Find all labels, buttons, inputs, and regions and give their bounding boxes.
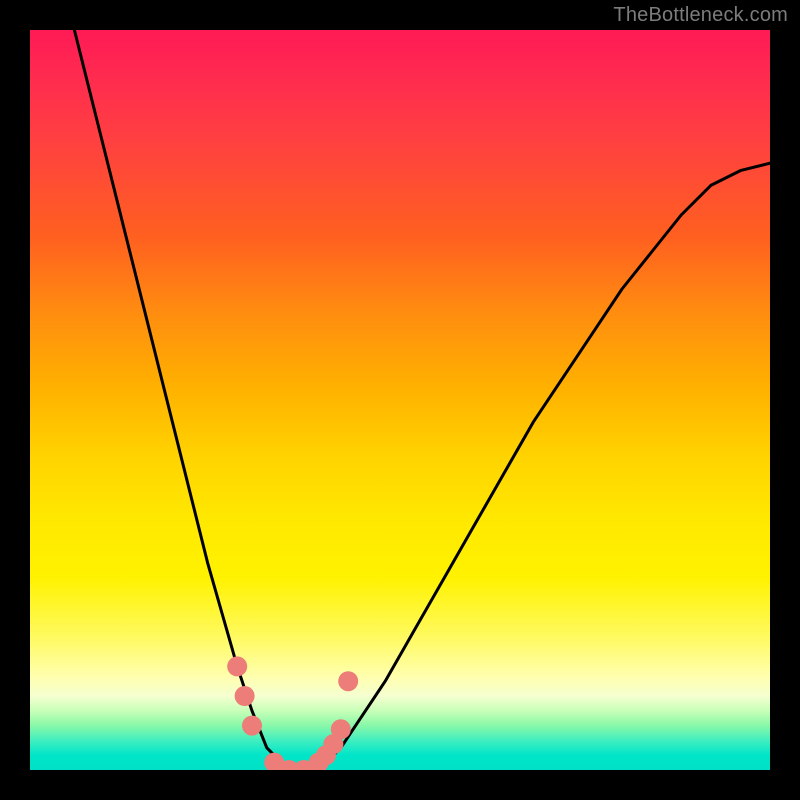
outer-frame: TheBottleneck.com: [0, 0, 800, 800]
curve-marker: [242, 716, 262, 736]
curve-marker: [227, 656, 247, 676]
chart-svg: [30, 30, 770, 770]
watermark-text: TheBottleneck.com: [613, 4, 788, 27]
plot-area: [30, 30, 770, 770]
bottleneck-curve-line: [74, 30, 770, 770]
curve-marker: [338, 671, 358, 691]
curve-marker-group: [227, 656, 358, 770]
curve-marker: [235, 686, 255, 706]
curve-marker: [331, 719, 351, 739]
